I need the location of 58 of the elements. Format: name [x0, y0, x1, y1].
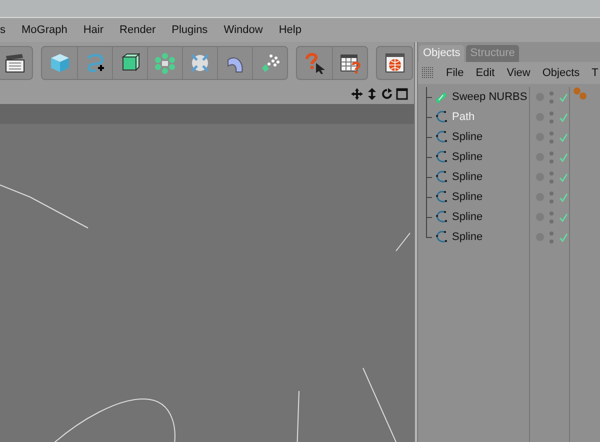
- checkmark-icon[interactable]: [559, 92, 568, 102]
- checkmark-icon[interactable]: [559, 152, 568, 162]
- object-name[interactable]: Spline: [452, 208, 483, 226]
- rotate-icon[interactable]: [381, 88, 393, 100]
- maximize-icon[interactable]: [396, 88, 408, 100]
- grip-icon[interactable]: [422, 67, 434, 79]
- spline-object-icon: [434, 230, 448, 244]
- spline-object-icon: [434, 210, 448, 224]
- spline-object-icon: [434, 110, 448, 124]
- checkmark-icon[interactable]: [559, 232, 568, 242]
- help-cursor-icon: [304, 52, 326, 74]
- menu-item[interactable]: Help: [270, 22, 310, 38]
- object-name[interactable]: Spline: [452, 148, 483, 166]
- checkmark-icon[interactable]: [559, 192, 568, 202]
- particles-icon: [259, 52, 281, 74]
- checkmark-icon[interactable]: [559, 112, 568, 122]
- flower-icon: [154, 52, 176, 74]
- menu-item[interactable]: Objects: [542, 64, 580, 82]
- checkmark-icon[interactable]: [559, 132, 568, 142]
- menu-item[interactable]: Plugins: [164, 22, 216, 38]
- object-name[interactable]: Spline: [452, 228, 483, 246]
- visibility-dots-icon[interactable]: [549, 190, 554, 204]
- menu-item[interactable]: Edit: [476, 64, 495, 82]
- visibility-dots-icon[interactable]: [549, 150, 554, 164]
- visibility-dots-icon[interactable]: [549, 130, 554, 144]
- visibility-dots-icon[interactable]: [549, 230, 554, 244]
- move-icon[interactable]: [351, 88, 363, 100]
- expand-arrows-icon: [189, 52, 211, 74]
- table-help-icon: [339, 52, 361, 74]
- material-tag-icon[interactable]: [572, 87, 588, 101]
- globe-window-icon: [384, 52, 406, 74]
- menu-item[interactable]: Hair: [75, 22, 112, 38]
- arrows-icon[interactable]: [366, 88, 378, 100]
- visibility-dots-icon[interactable]: [549, 210, 554, 224]
- cube-icon: [119, 52, 141, 74]
- menu-item[interactable]: File: [446, 64, 464, 82]
- nurbs-object-icon: [434, 90, 448, 104]
- spline-object-icon: [434, 190, 448, 204]
- visibility-dots-icon[interactable]: [549, 90, 554, 104]
- object-name[interactable]: Sweep NURBS: [452, 88, 528, 106]
- spline-object-icon: [434, 150, 448, 164]
- spline-object-icon: [434, 170, 448, 184]
- visibility-dots-icon[interactable]: [549, 110, 554, 124]
- cube-icon: [48, 52, 70, 74]
- menu-item[interactable]: MoGraph: [14, 22, 76, 38]
- checkmark-icon[interactable]: [559, 172, 568, 182]
- visibility-dots-icon[interactable]: [549, 170, 554, 184]
- spline-object-icon: [434, 130, 448, 144]
- object-name[interactable]: Spline: [452, 128, 483, 146]
- object-name[interactable]: Spline: [452, 188, 483, 206]
- object-name[interactable]: Spline: [452, 168, 483, 186]
- menu-item[interactable]: View: [506, 64, 530, 82]
- menu-item[interactable]: T: [592, 64, 598, 82]
- checkmark-icon[interactable]: [559, 212, 568, 222]
- menu-item[interactable]: Render: [112, 22, 164, 38]
- clapboard-icon: [4, 52, 26, 74]
- menu-item[interactable]: Window: [216, 22, 271, 38]
- menu-item[interactable]: s: [0, 22, 14, 38]
